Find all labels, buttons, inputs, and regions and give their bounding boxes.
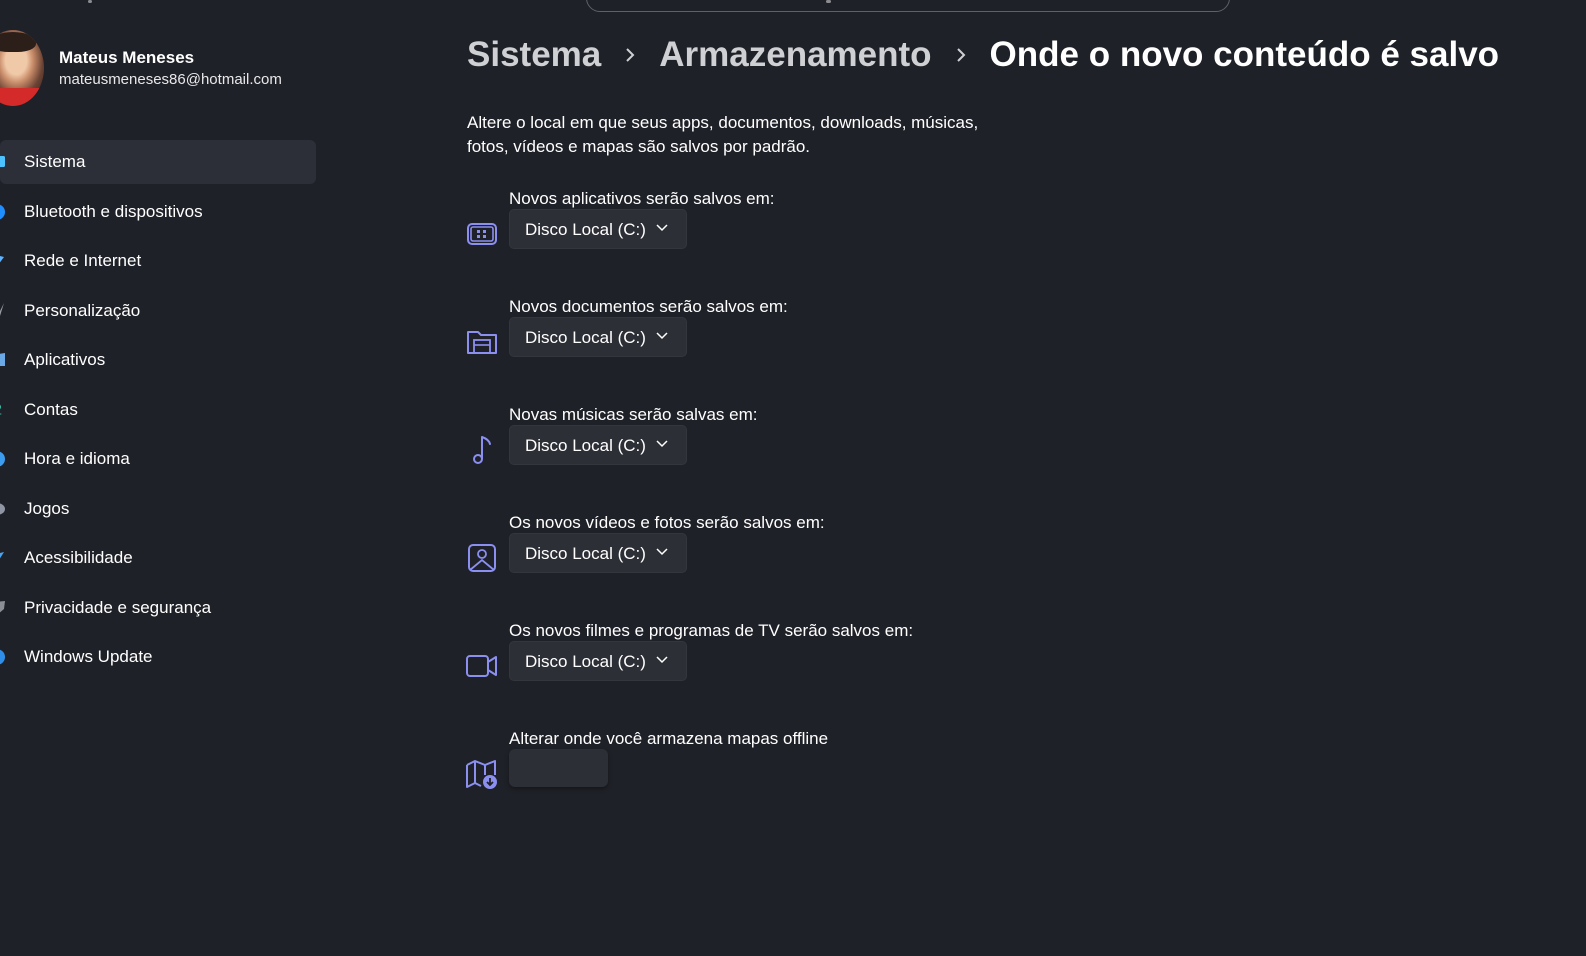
chevron-right-icon	[956, 47, 966, 63]
user-name: Mateus Meneses	[59, 48, 195, 67]
sidebar-item-label: Sistema	[24, 152, 86, 171]
chevron-right-icon	[625, 47, 635, 63]
title-bar-fragment	[88, 0, 92, 3]
video-camera-icon	[466, 655, 497, 677]
sidebar-item-sistema[interactable]: Sistema	[0, 140, 316, 184]
new-apps-location-dropdown[interactable]: Disco Local (C:)	[509, 209, 687, 249]
sidebar-item-label: Windows Update	[24, 647, 153, 666]
sidebar-item-label: Personalização	[24, 300, 141, 320]
sidebar-item-label: Bluetooth e dispositivos	[24, 201, 203, 221]
chevron-down-icon	[656, 224, 668, 232]
avatar[interactable]	[0, 30, 44, 106]
dropdown-value: Disco Local (C:)	[525, 220, 646, 239]
update-icon	[0, 649, 5, 665]
bluetooth-icon	[0, 204, 5, 219]
sidebar-item-label: Jogos	[24, 498, 70, 518]
sidebar-nav: Sistema Bluetooth e dispositivos Rede e …	[0, 140, 316, 685]
sidebar-item-rede[interactable]: Rede e Internet	[0, 239, 316, 283]
breadcrumb-sistema[interactable]: Sistema	[467, 35, 601, 75]
offline-maps-button[interactable]	[509, 749, 608, 787]
person-icon	[0, 404, 2, 415]
setting-new-movies-tv: Os novos filmes e programas de TV serão …	[465, 621, 1165, 701]
sidebar-item-aplicativos[interactable]: Aplicativos	[0, 338, 316, 382]
sidebar-item-label: Aplicativos	[24, 350, 106, 369]
globe-icon	[0, 451, 5, 467]
page-description: Altere o local em que seus apps, documen…	[467, 111, 1007, 159]
sidebar-item-privacidade[interactable]: Privacidade e segurança	[0, 586, 316, 630]
setting-new-music: Novas músicas serão salvas em: Disco Loc…	[465, 405, 1165, 485]
apps-icon	[0, 353, 5, 366]
breadcrumb: Sistema Armazenamento Onde o novo conteú…	[467, 32, 1499, 78]
wifi-icon	[0, 256, 4, 263]
chevron-down-icon	[656, 548, 668, 556]
sidebar-item-windows-update[interactable]: Windows Update	[0, 635, 316, 679]
photo-icon	[468, 544, 496, 572]
breadcrumb-armazenamento[interactable]: Armazenamento	[659, 35, 931, 75]
chevron-down-icon	[656, 332, 668, 340]
page-title: Onde o novo conteúdo é salvo	[989, 35, 1500, 74]
dropdown-value: Disco Local (C:)	[525, 652, 646, 671]
description-line-1: Altere o local em que seus apps, documen…	[467, 113, 979, 132]
document-folder-icon	[467, 331, 497, 354]
setting-label: Novos documentos serão salvos em:	[509, 297, 788, 316]
settings-window: Mateus Meneses mateusmeneses86@hotmail.c…	[0, 0, 1586, 956]
search-box[interactable]	[586, 0, 1230, 12]
user-email: mateusmeneses86@hotmail.com	[59, 71, 282, 88]
setting-label: Alterar onde você armazena mapas offline	[509, 729, 829, 748]
setting-new-documents: Novos documentos serão salvos em: Disco …	[465, 297, 1165, 377]
dropdown-value: Disco Local (C:)	[525, 436, 646, 455]
sidebar-item-contas[interactable]: Contas	[0, 388, 316, 432]
chevron-down-icon	[656, 656, 668, 664]
setting-label: Os novos vídeos e fotos serão salvos em:	[509, 513, 825, 532]
setting-label: Os novos filmes e programas de TV serão …	[509, 621, 914, 640]
setting-new-photos-videos: Os novos vídeos e fotos serão salvos em:…	[465, 513, 1165, 593]
accessibility-icon	[0, 552, 4, 559]
sidebar-item-hora-idioma[interactable]: Hora e idioma	[0, 437, 316, 481]
sidebar-item-label: Hora e idioma	[24, 449, 130, 468]
setting-label: Novas músicas serão salvas em:	[509, 405, 758, 424]
new-music-location-dropdown[interactable]: Disco Local (C:)	[509, 425, 687, 465]
new-documents-location-dropdown[interactable]: Disco Local (C:)	[509, 317, 687, 357]
sidebar-item-personalizacao[interactable]: Personalização	[0, 289, 316, 333]
setting-offline-maps: Alterar onde você armazena mapas offline	[465, 729, 1165, 809]
map-download-icon	[466, 760, 497, 789]
sidebar-item-label: Rede e Internet	[24, 251, 142, 270]
dropdown-value: Disco Local (C:)	[525, 328, 646, 347]
new-movies-tv-location-dropdown[interactable]: Disco Local (C:)	[509, 641, 687, 681]
dropdown-value: Disco Local (C:)	[525, 544, 646, 563]
sidebar-item-acessibilidade[interactable]: Acessibilidade	[0, 536, 316, 580]
monitor-icon	[0, 156, 5, 167]
sidebar-item-label: Privacidade e segurança	[24, 597, 212, 617]
controller-icon	[0, 503, 5, 514]
setting-label: Novos aplicativos serão salvos em:	[509, 189, 775, 208]
sidebar-item-label: Acessibilidade	[24, 548, 133, 567]
apps-window-icon	[467, 223, 497, 245]
setting-new-apps: Novos aplicativos serão salvos em: Disco…	[465, 189, 1165, 269]
sidebar-item-bluetooth[interactable]: Bluetooth e dispositivos	[0, 190, 316, 234]
brush-icon	[0, 302, 4, 316]
sidebar-item-jogos[interactable]: Jogos	[0, 487, 316, 531]
description-line-2: fotos, vídeos e mapas são salvos por pad…	[467, 137, 811, 156]
sidebar-item-label: Contas	[24, 399, 78, 419]
shield-icon	[0, 600, 5, 612]
chevron-down-icon	[656, 440, 668, 448]
new-photos-videos-location-dropdown[interactable]: Disco Local (C:)	[509, 533, 687, 573]
music-note-icon	[473, 436, 491, 464]
search-text-fragment	[826, 0, 831, 3]
